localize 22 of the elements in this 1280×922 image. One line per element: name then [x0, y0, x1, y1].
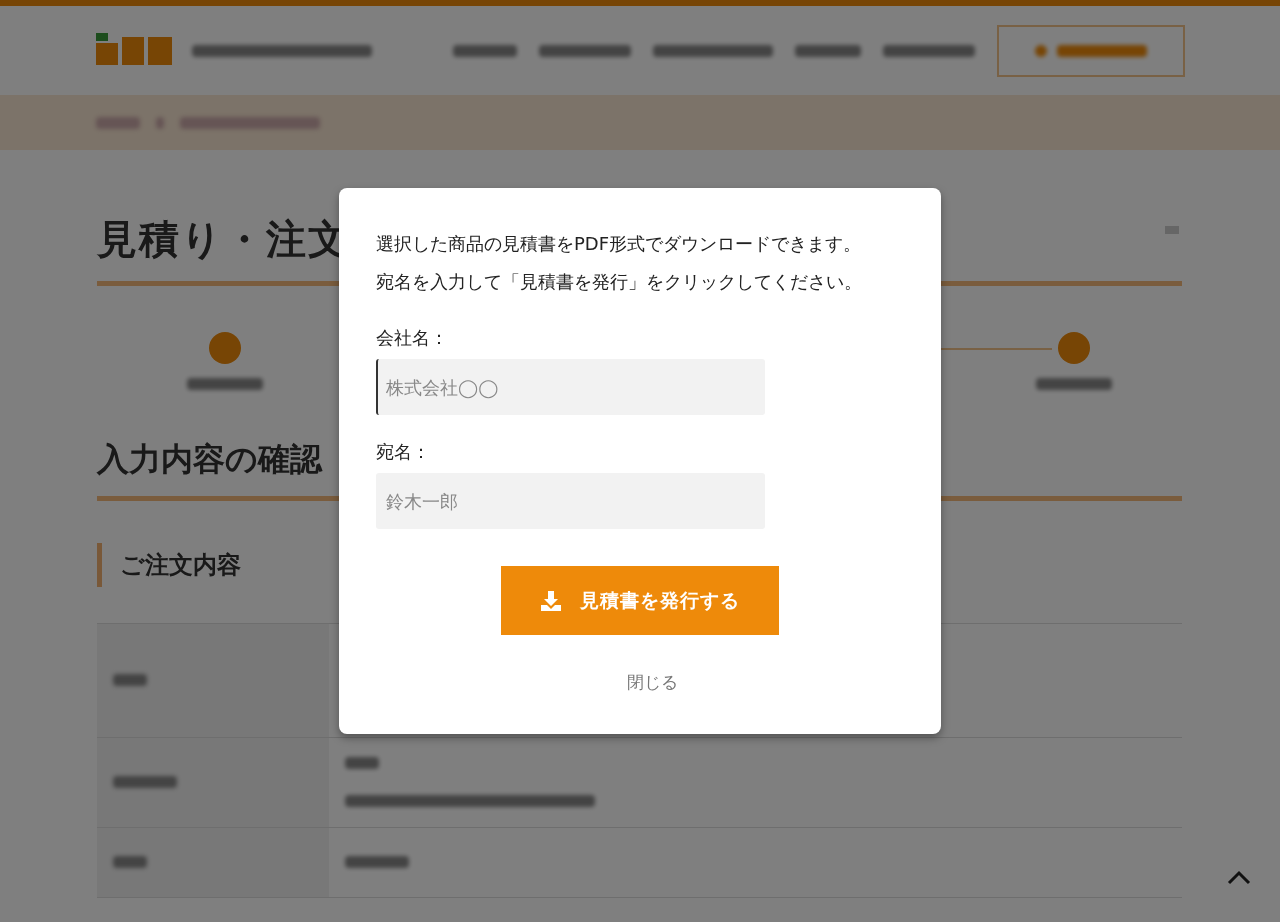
blurred-text [113, 856, 147, 868]
field-label: 会社名： [376, 326, 449, 350]
field-label: 宛名： [376, 440, 431, 464]
blurred-text [96, 116, 140, 129]
blurred-text [113, 674, 147, 686]
instruction-text: 選択した商品の見積書をPDF形式でダウンロードできます。 宛名を入力して「見積書を発行」をクリックしてください。 [376, 232, 863, 294]
section-heading: 入力内容の確認 [97, 440, 322, 478]
blurred-text [345, 757, 379, 769]
download-icon [540, 589, 562, 612]
blurred-text [345, 856, 409, 868]
blurred-text [453, 44, 517, 57]
input-field[interactable]: 株式会社◯◯ [376, 359, 765, 415]
blurred-text [795, 44, 861, 57]
blurred-text [156, 116, 164, 129]
subsection-heading: ご注文内容 [120, 551, 241, 579]
issue-quote-button[interactable]: 見積書を発行する [501, 566, 779, 635]
input-field[interactable]: 鈴木一郎 [376, 473, 765, 529]
close-link[interactable]: 閉じる [626, 671, 678, 694]
order-button[interactable] [997, 24, 1185, 77]
blurred-text [113, 776, 177, 788]
step-marker [1058, 332, 1090, 364]
step-marker [209, 332, 241, 364]
